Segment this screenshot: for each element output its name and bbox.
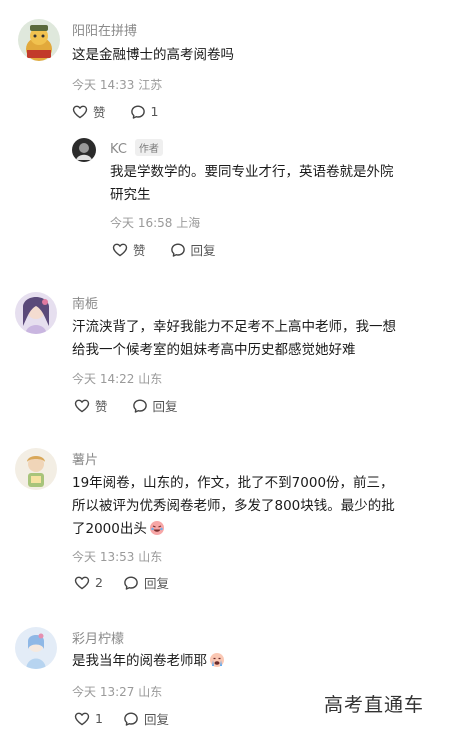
comment-text: 我是学数学的。要同专业才行，英语卷就是外院 研究生	[110, 161, 394, 207]
comment-line: 研究生	[110, 187, 151, 203]
username[interactable]: 南栀	[72, 293, 98, 312]
like-count: 1	[95, 711, 103, 726]
speech-bubble-icon	[123, 575, 139, 591]
heart-outline-icon	[74, 575, 90, 591]
like-button[interactable]: 2	[74, 575, 103, 591]
comment-line-with-emoji: 是我当年的阅卷老师耶	[72, 650, 225, 673]
comment-meta: 今天 16:58 上海	[110, 214, 200, 231]
comment-meta: 今天 13:27 山东	[72, 683, 162, 700]
timestamp: 今天 14:22	[72, 372, 135, 386]
location: 山东	[138, 372, 163, 386]
comment-line: 给我一个候考室的姐妹考高中历史都感觉她好难	[72, 342, 356, 358]
comment-line: 是我当年的阅卷老师耶	[72, 653, 207, 669]
avatar[interactable]	[15, 627, 57, 669]
timestamp: 今天 16:58	[110, 216, 173, 230]
reply-button[interactable]: 回复	[123, 573, 169, 592]
comment-text: 是我当年的阅卷老师耶	[72, 650, 225, 673]
like-button[interactable]: 1	[74, 711, 103, 727]
reply-label: 回复	[190, 243, 216, 258]
username: KC 作者	[110, 139, 163, 157]
comment-text: 这是金融博士的高考阅卷吗	[72, 44, 234, 67]
heart-outline-icon	[72, 104, 88, 120]
like-label: 赞	[93, 105, 106, 120]
speech-bubble-icon	[170, 242, 186, 258]
speech-bubble-icon	[123, 711, 139, 727]
crying-laughing-emoji	[149, 521, 164, 535]
location: 江苏	[138, 78, 163, 92]
username[interactable]: 彩月柠檬	[72, 628, 124, 647]
like-label: 赞	[133, 243, 146, 258]
comment-text: 19年阅卷，山东的，作文，批了不到7000份，前三， 所以被评为优秀阅卷老师，多…	[72, 472, 395, 541]
avatar[interactable]	[18, 19, 60, 61]
heart-outline-icon	[112, 242, 128, 258]
like-button[interactable]: 赞	[74, 396, 108, 415]
reply-label: 回复	[143, 576, 169, 591]
speech-bubble-icon	[130, 104, 146, 120]
timestamp: 今天 13:53	[72, 550, 135, 564]
avatar[interactable]	[15, 292, 57, 334]
like-label: 赞	[95, 399, 108, 414]
reply-label: 回复	[143, 712, 169, 727]
username[interactable]: 阳阳在拼搏	[72, 20, 137, 39]
reply-button[interactable]: 回复	[123, 709, 169, 728]
avatar[interactable]	[15, 448, 57, 490]
reply-label: 回复	[152, 399, 178, 414]
comment-text: 汗流浃背了，幸好我能力不足考不上高中老师，我一想 给我一个候考室的姐妹考高中历史…	[72, 316, 396, 362]
comment-actions: 赞 1	[72, 102, 182, 121]
timestamp: 今天 13:27	[72, 685, 135, 699]
comment-line: 19年阅卷，山东的，作文，批了不到7000份，前三，	[72, 475, 394, 491]
author-badge: 作者	[134, 139, 163, 156]
comment-line-with-emoji: 了2000出头	[72, 518, 395, 541]
reply-button[interactable]: 回复	[132, 396, 178, 415]
reply-button[interactable]: 回复	[170, 240, 216, 259]
reply-username[interactable]: KC	[110, 142, 127, 157]
reply-button[interactable]: 1	[130, 104, 159, 120]
comment-line: 所以被评为优秀阅卷老师，多发了800块钱。最少的批	[72, 498, 395, 514]
reply-count: 1	[150, 104, 159, 119]
username[interactable]: 薯片	[72, 449, 98, 468]
watermark: 高考直通车	[324, 694, 425, 716]
location: 山东	[138, 685, 163, 699]
timestamp: 今天 14:33	[72, 78, 135, 92]
speech-bubble-icon	[132, 398, 148, 414]
like-button[interactable]: 赞	[72, 102, 106, 121]
heart-outline-icon	[74, 398, 90, 414]
comment-line: 了2000出头	[72, 521, 147, 537]
comment-meta: 今天 14:33 江苏	[72, 76, 162, 93]
comment-line: 我是学数学的。要同专业才行，英语卷就是外院	[110, 164, 394, 180]
comment-meta: 今天 13:53 山东	[72, 548, 162, 565]
comment-meta: 今天 14:22 山东	[72, 370, 162, 387]
comment-line: 汗流浃背了，幸好我能力不足考不上高中老师，我一想	[72, 319, 396, 335]
location: 上海	[176, 216, 201, 230]
avatar[interactable]	[72, 138, 96, 162]
comment-actions: 1 回复	[74, 709, 193, 728]
like-count: 2	[95, 575, 103, 590]
comment-actions: 赞 回复	[74, 396, 202, 415]
comment-line: 这是金融博士的高考阅卷吗	[72, 47, 234, 63]
crying-emoji	[210, 653, 224, 667]
comment-actions: 赞 回复	[112, 240, 240, 259]
location: 山东	[138, 550, 163, 564]
like-button[interactable]: 赞	[112, 240, 146, 259]
comment-actions: 2 回复	[74, 573, 193, 592]
heart-outline-icon	[74, 711, 90, 727]
